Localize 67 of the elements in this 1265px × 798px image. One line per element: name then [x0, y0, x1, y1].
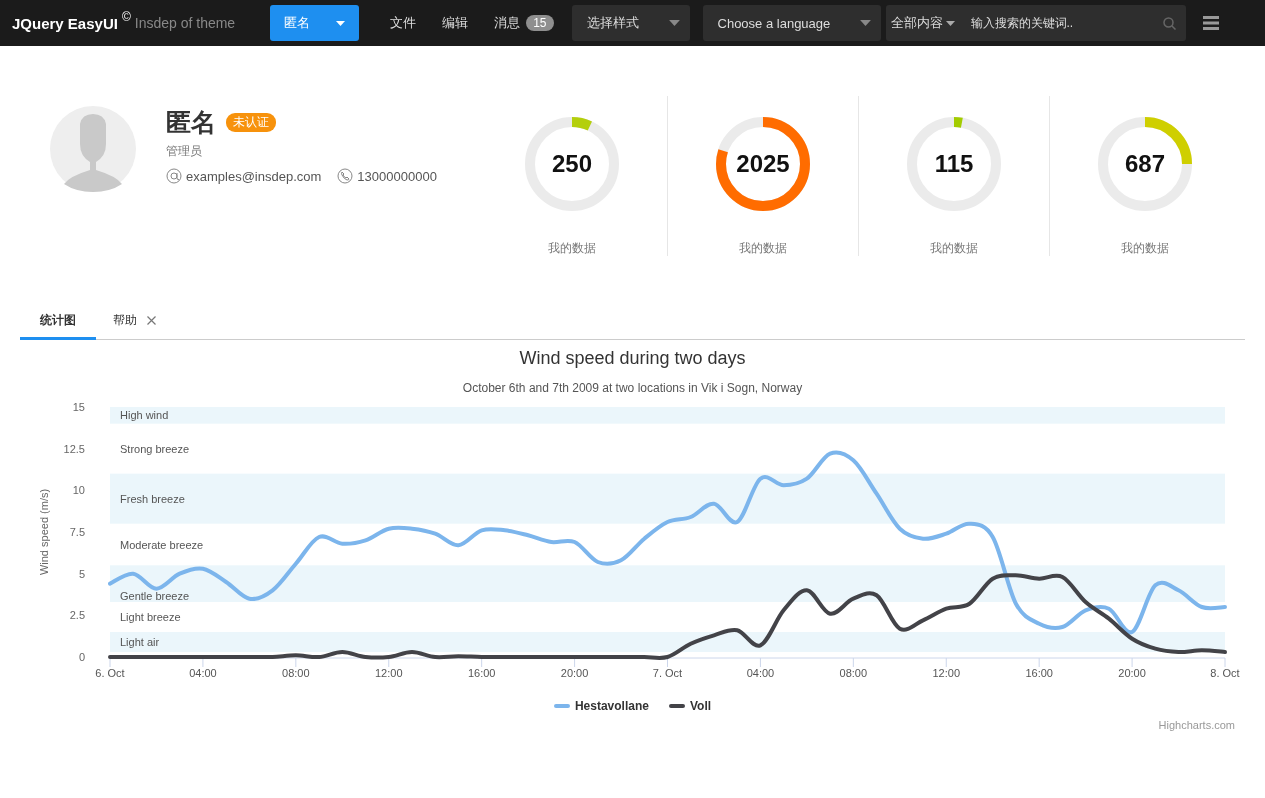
language-select[interactable]: Choose a language: [702, 5, 881, 41]
caret-icon: [945, 20, 955, 26]
stat-value: 250: [550, 150, 593, 178]
band-label: High wind: [120, 409, 169, 422]
phone-number: 13000000000: [357, 168, 437, 184]
menu-icon[interactable]: [1202, 16, 1219, 30]
menu-item[interactable]: 文件: [377, 14, 430, 32]
x-tick-label: 08:00: [282, 667, 310, 679]
menu-item[interactable]: 消息 15: [481, 14, 567, 32]
stat-value: 687: [1123, 150, 1166, 178]
x-tick-label: 12:00: [932, 667, 960, 679]
x-tick-label: 16:00: [467, 667, 496, 679]
at-sign-icon: [166, 168, 182, 184]
x-tick-label: 8. Oct: [1210, 667, 1240, 679]
y-tick-label: 0: [78, 651, 85, 663]
x-tick-label: 20:00: [560, 667, 589, 679]
band-label: Light air: [120, 636, 160, 648]
email-text: examples@insdep.com: [186, 168, 322, 184]
y-axis-title: Wind speed (m/s): [38, 488, 50, 576]
stat-label: 我的数据: [1121, 240, 1169, 257]
band-label: Gentle breeze: [120, 590, 190, 602]
y-tick-label: 12.5: [63, 442, 85, 455]
band-label: Strong breeze: [120, 442, 190, 455]
menu-item[interactable]: 编辑: [429, 14, 482, 32]
style-select[interactable]: 选择样式: [571, 5, 690, 41]
message-count-badge: 15: [526, 15, 554, 31]
x-tick-label: 08:00: [839, 667, 868, 679]
stat-value: 2025: [735, 150, 791, 178]
y-tick-label: 7.5: [69, 526, 85, 538]
x-tick-label: 20:00: [1118, 667, 1146, 679]
copyright-mark: ©: [121, 10, 131, 24]
x-tick-label: 04:00: [746, 667, 775, 679]
user-name: 匿名: [166, 107, 216, 138]
stat-label: 我的数据: [548, 240, 596, 257]
stat-label: 我的数据: [739, 240, 787, 257]
x-tick-label: 6. Oct: [95, 667, 125, 679]
band-label: Fresh breeze: [120, 492, 185, 505]
status-badge: 未认证: [226, 113, 276, 132]
tab[interactable]: 统计图: [20, 303, 96, 340]
x-tick-label: 7. Oct: [652, 667, 683, 679]
caret-icon: [668, 20, 680, 26]
legend-item[interactable]: Voll: [668, 699, 712, 713]
search-field[interactable]: 全部内容 输入搜索的关键词..: [885, 5, 1186, 41]
band-label: Moderate breeze: [120, 538, 204, 551]
phone-icon: [337, 168, 354, 184]
search-scope-select[interactable]: 全部内容: [890, 14, 955, 32]
y-tick-label: 5: [78, 567, 85, 580]
y-tick-label: 15: [72, 401, 85, 413]
caret-icon: [336, 20, 346, 26]
chart-subtitle: October 6th and 7th 2009 at two locations in Vik i Sogn, Norway: [461, 381, 804, 395]
user-role: 管理员: [166, 143, 203, 160]
close-icon[interactable]: [146, 315, 156, 325]
search-icon[interactable]: [1162, 16, 1176, 30]
logo-subtitle: Insdep of theme: [134, 15, 236, 31]
caret-icon: [859, 20, 871, 26]
y-tick-label: 10: [72, 484, 85, 497]
x-tick-label: 12:00: [375, 667, 403, 679]
x-tick-label: 16:00: [1025, 667, 1053, 679]
band-label: Light breeze: [120, 611, 181, 623]
stat-label: 我的数据: [930, 240, 978, 257]
y-tick-label: 2.5: [69, 609, 85, 622]
stat-value: 115: [933, 150, 975, 178]
chart-title: Wind speed during two days: [518, 348, 747, 369]
logo-text: JQuery EasyUI: [12, 14, 118, 32]
tab[interactable]: 帮助: [96, 303, 172, 340]
legend-item[interactable]: Hestavollane: [553, 699, 649, 713]
x-tick-label: 04:00: [189, 667, 217, 679]
